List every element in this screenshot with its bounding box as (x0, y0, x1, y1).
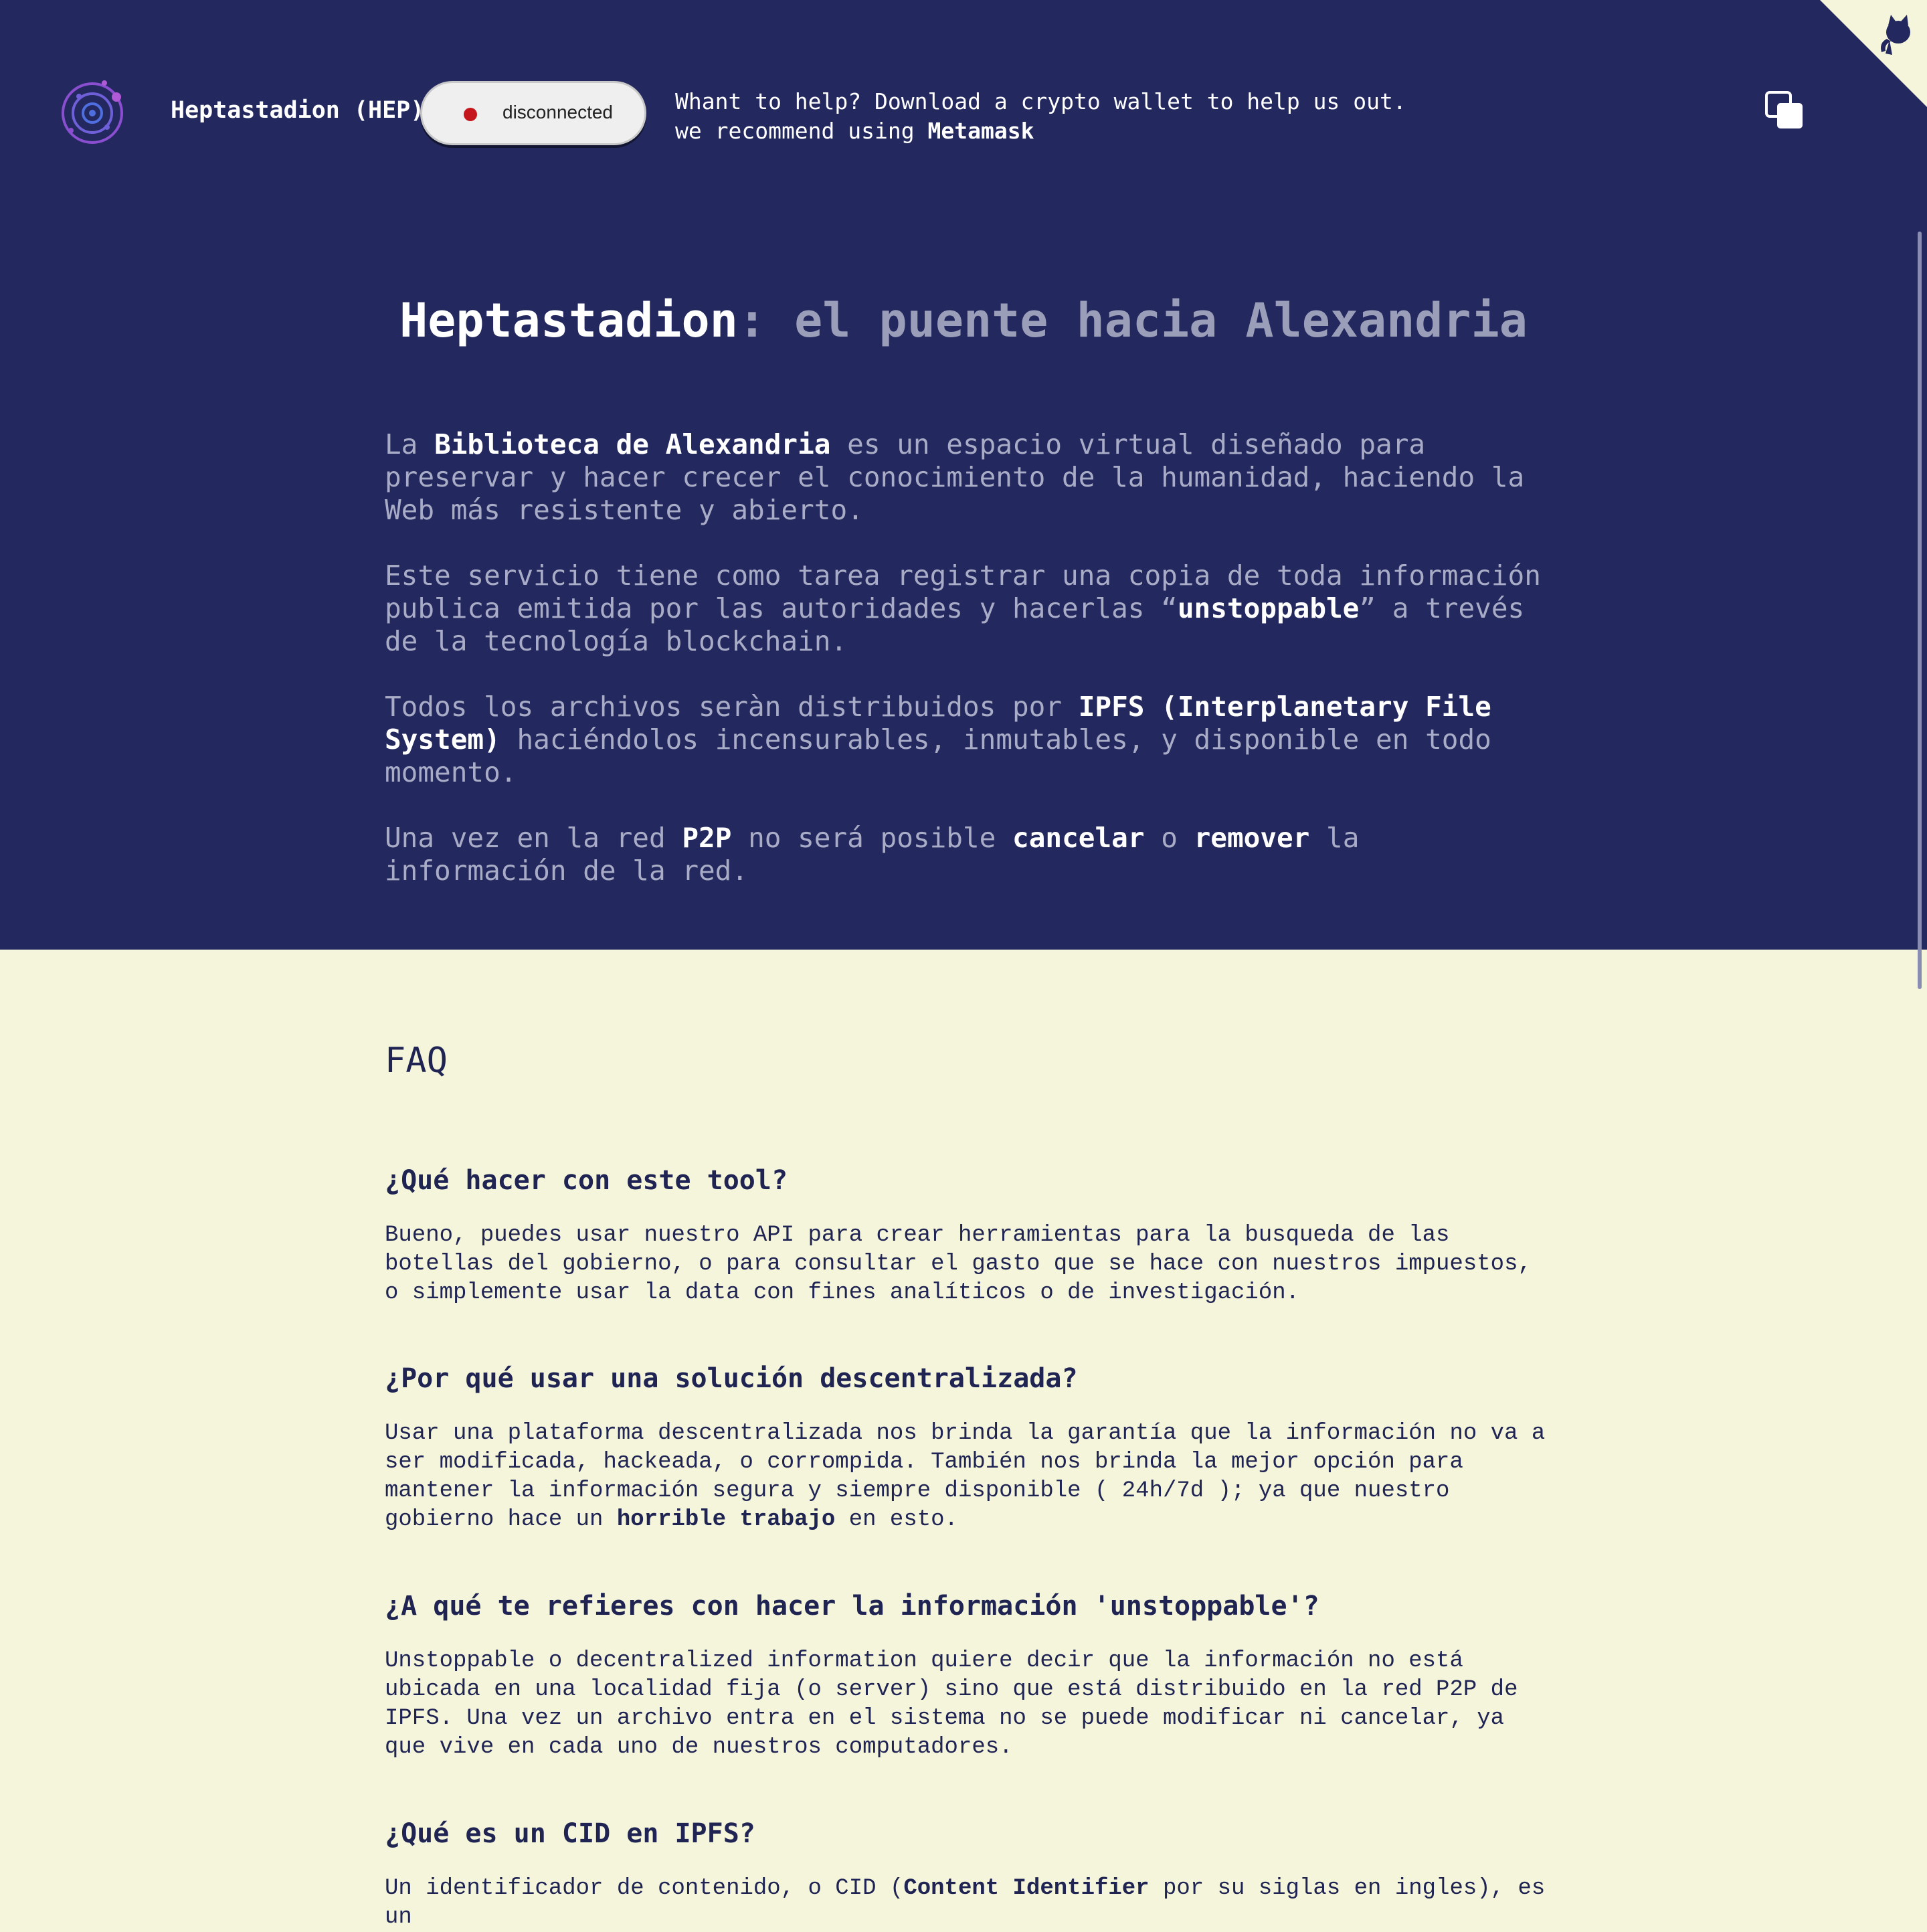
highlight: Biblioteca de Alexandria (434, 428, 831, 460)
text: no será posible (731, 822, 1013, 854)
hero-paragraph-3: Todos los archivos seràn distribuidos po… (385, 691, 1549, 789)
status-dot-icon (464, 108, 477, 121)
highlight: horrible trabajo (616, 1507, 836, 1532)
text: o (1144, 822, 1194, 854)
text: La (385, 428, 435, 460)
scrollbar-thumb[interactable] (1918, 232, 1922, 989)
faq-question-1: ¿Qué hacer con este tool? (385, 1165, 788, 1196)
hero-paragraph-4: Una vez en la red P2P no será posible ca… (385, 822, 1549, 887)
help-line-2-prefix: we recommend using (675, 118, 928, 144)
copy-icon[interactable] (1765, 91, 1804, 130)
faq-answer-2: Usar una plataforma descentralizada nos … (385, 1419, 1549, 1534)
faq-answer-3: Unstoppable o decentralized information … (385, 1648, 1518, 1760)
highlight: cancelar (1012, 822, 1145, 854)
highlight: unstoppable (1177, 592, 1360, 624)
text: haciéndolos incensurables, inmutables, y… (385, 723, 1491, 788)
faq-answer-1: Bueno, puedes usar nuestro API para crea… (385, 1223, 1532, 1306)
faq-section: FAQ ¿Qué hacer con este tool? Bueno, pue… (385, 1041, 1549, 1930)
metamask-link[interactable]: Metamask (928, 118, 1034, 144)
hero-section: Heptastadion (HEP) disconnected Whant to… (0, 0, 1927, 950)
hero-title-strong: Heptastadion (399, 293, 738, 348)
help-line-1: Whant to help? Download a crypto wallet … (675, 88, 1406, 114)
hero-title-rest: : el puente hacia Alexandria (737, 293, 1528, 348)
text: Un identificador de contenido, o CID ( (385, 1876, 904, 1901)
highlight: remover (1194, 822, 1310, 854)
help-line-2: we recommend using Metamask (675, 116, 1406, 146)
text: Todos los archivos seràn distribuidos po… (385, 691, 1079, 723)
hero-paragraph-1: La Biblioteca de Alexandria es un espaci… (385, 428, 1549, 527)
text: Una vez en la red (385, 822, 682, 854)
heptastadion-logo-icon[interactable] (58, 75, 131, 149)
faq-title: FAQ (385, 1041, 448, 1081)
highlight: P2P (682, 822, 732, 854)
text: en esto. (835, 1507, 958, 1532)
help-message: Whant to help? Download a crypto wallet … (675, 87, 1406, 146)
faq-answer-4: Un identificador de contenido, o CID (Co… (385, 1874, 1549, 1932)
hero-description: La Biblioteca de Alexandria es un espaci… (385, 428, 1549, 920)
brand-name: Heptastadion (HEP) (171, 97, 425, 124)
text: Usar una plataforma descentralizada nos … (385, 1421, 1546, 1532)
hero-paragraph-2: Este servicio tiene como tarea registrar… (385, 559, 1549, 658)
highlight: Content Identifier (903, 1876, 1150, 1901)
hero-title: Heptastadion: el puente hacia Alexandria (0, 293, 1927, 348)
wallet-status-button[interactable]: disconnected (420, 81, 646, 145)
faq-question-4: ¿Qué es un CID en IPFS? (385, 1818, 755, 1849)
github-octocat-icon[interactable] (1820, 0, 1927, 107)
faq-question-2: ¿Por qué usar una solución descentraliza… (385, 1363, 1078, 1394)
status-text: disconnected (502, 102, 614, 122)
faq-question-3: ¿A qué te refieres con hacer la informac… (385, 1591, 1319, 1621)
